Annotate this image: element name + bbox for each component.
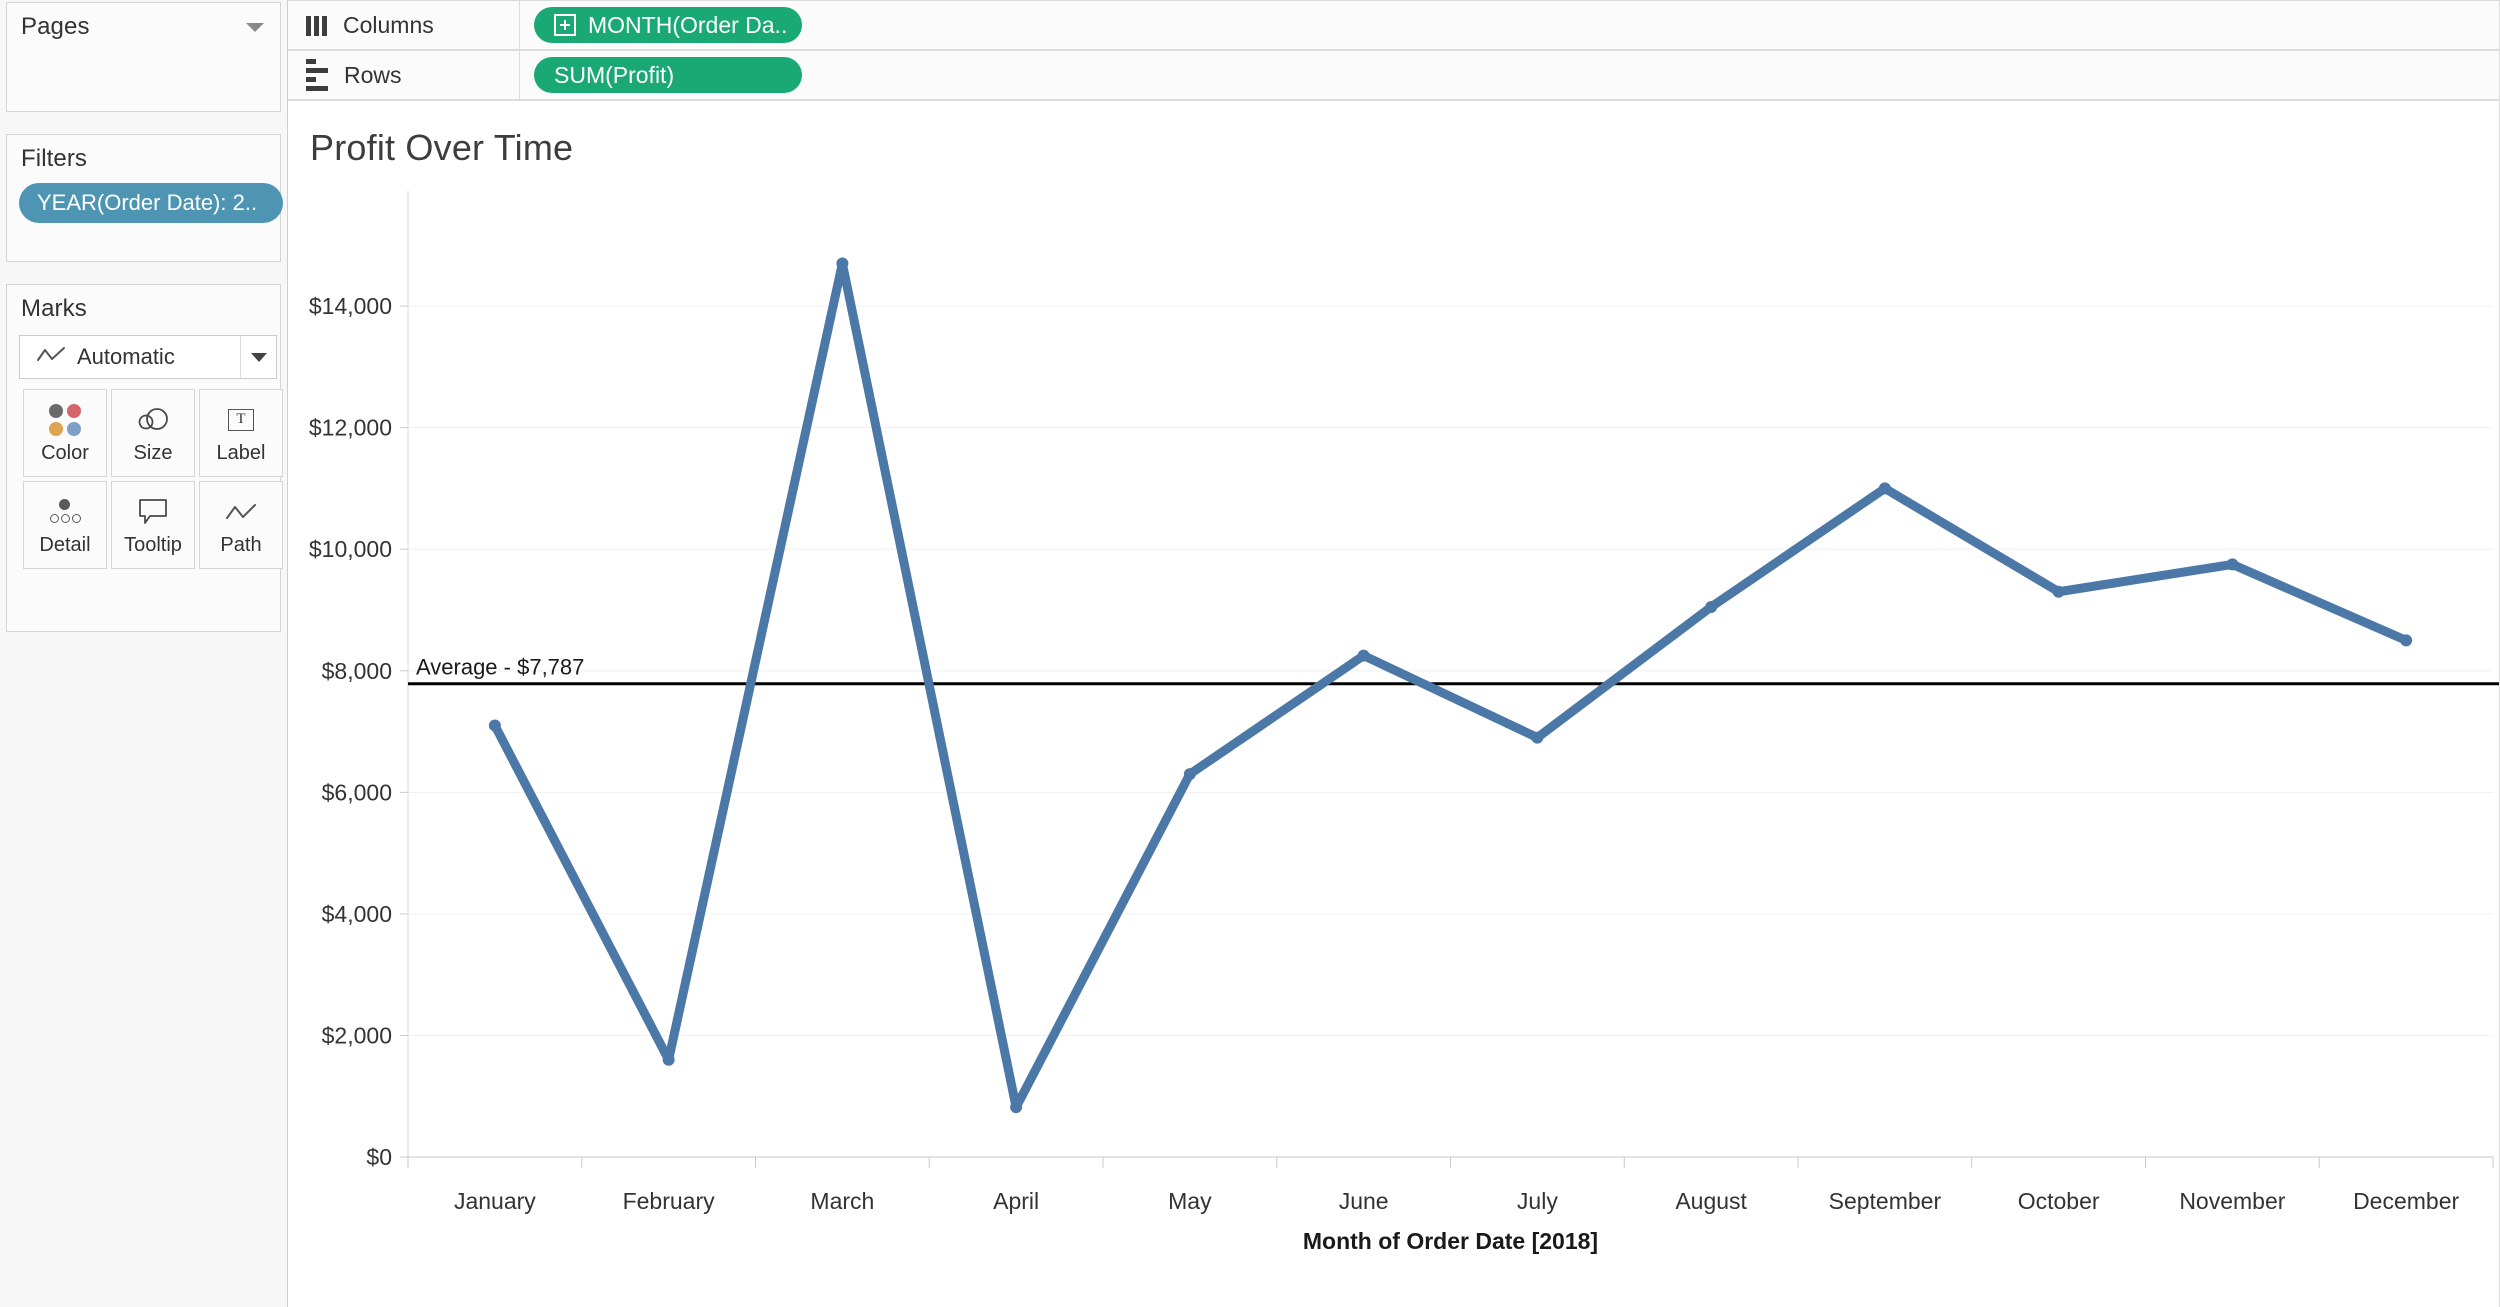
y-axis-tick-label: $6,000 [322,779,392,805]
data-point-marker[interactable] [662,1053,675,1066]
y-axis-tick-label: $2,000 [322,1022,392,1048]
pages-card-header: Pages [7,3,280,45]
tooltip-bubble-icon [136,495,170,529]
rows-icon [306,59,328,91]
marks-color-button[interactable]: Color [23,389,107,477]
filters-title: Filters [21,145,88,172]
data-point-marker[interactable] [1357,649,1370,662]
mark-type-dropdown[interactable]: Automatic [19,335,277,379]
y-axis-tick-label: $14,000 [309,293,392,319]
columns-pill-label: MONTH(Order Da.. [588,12,788,38]
mark-type-current: Automatic [20,344,240,370]
path-line-icon [224,495,258,529]
x-axis-tick-label: September [1829,1188,1942,1214]
y-axis-tick-label: $12,000 [309,415,392,441]
data-point-marker[interactable] [488,719,501,732]
rows-shelf-label: Rows [288,50,520,100]
columns-icon [306,14,327,36]
pages-title: Pages [21,13,90,40]
marks-tooltip-label: Tooltip [124,533,182,556]
data-point-marker[interactable] [1705,600,1718,613]
y-axis-tick-label: $8,000 [322,658,392,684]
marks-body: Automatic Color Size T Label Detail Tool… [7,327,283,581]
marks-card-header: Marks [7,285,280,327]
profit-line-series [490,259,2411,1112]
label-text-icon: T [228,403,254,437]
x-axis-tick-label: July [1517,1188,1558,1214]
left-sidebar: Pages Filters YEAR(Order Date): 2.. Mark… [0,0,288,1307]
marks-size-label: Size [133,441,173,464]
x-axis-title: Month of Order Date [2018] [1303,1228,1598,1254]
rows-shelf: Rows SUM(Profit) [288,50,2500,100]
filters-card: Filters YEAR(Order Date): 2.. [6,134,283,262]
marks-color-label: Color [41,441,89,464]
x-axis-tick-label: August [1675,1188,1747,1214]
main-area: Columns MONTH(Order Da.. Rows SUM(Profit… [288,0,2500,1307]
x-axis-tick-label: March [810,1188,874,1214]
rows-label-text: Rows [344,61,402,88]
x-axis-tick-label: November [2179,1188,2285,1214]
tableau-worksheet: Pages Filters YEAR(Order Date): 2.. Mark… [0,0,2500,1307]
x-axis-tick-label: May [1168,1188,1212,1214]
data-point-marker[interactable] [2400,634,2413,647]
pages-drop-area[interactable] [7,45,280,103]
mark-type-chevron-down-icon[interactable] [240,336,276,378]
data-point-marker[interactable] [836,257,849,270]
x-axis-tick-label: June [1339,1188,1389,1214]
data-point-marker[interactable] [1183,768,1196,781]
columns-pill-month-order-date[interactable]: MONTH(Order Da.. [534,7,802,43]
data-point-marker[interactable] [2052,585,2065,598]
filters-drop-area[interactable]: YEAR(Order Date): 2.. [7,177,283,223]
marks-label-label: Label [216,441,266,464]
x-axis-tick-label: December [2353,1188,2459,1214]
rows-pill-sum-profit[interactable]: SUM(Profit) [534,57,802,93]
viz-pane: Profit Over Time $0 $2,000 $4,000 $6,000 $8,… [288,100,2500,1307]
columns-label-text: Columns [343,11,434,38]
marks-buttons-grid: Color Size T Label Detail Tooltip Path [19,389,283,569]
filter-pill-year-order-date[interactable]: YEAR(Order Date): 2.. [19,183,283,223]
marks-detail-button[interactable]: Detail [23,481,107,569]
color-dots-icon [49,403,81,437]
data-point-marker[interactable] [1010,1101,1023,1114]
data-point-marker[interactable] [1531,731,1544,744]
columns-shelf-label: Columns [288,0,520,50]
filters-card-header: Filters [7,135,280,177]
plus-box-icon[interactable] [554,14,576,36]
average-reference-line-label: Average - $7,787 [416,655,584,680]
x-axis-tick-label: January [454,1188,536,1214]
marks-path-label: Path [220,533,262,556]
y-axis-tick-label: $4,000 [322,901,392,927]
y-axis-tick-label: $0 [366,1144,392,1170]
profit-over-time-line-chart: $0 $2,000 $4,000 $6,000 $8,000 $10,000 $12,000… [309,191,2499,1254]
columns-shelf-dropzone[interactable]: MONTH(Order Da.. [520,0,2500,50]
x-axis-tick-label: October [2018,1188,2100,1214]
marks-detail-label: Detail [39,533,91,556]
chevron-down-icon[interactable] [246,22,264,32]
data-point-marker[interactable] [2226,558,2239,571]
y-axis-tick-label: $10,000 [309,536,392,562]
chart-canvas[interactable]: $0 $2,000 $4,000 $6,000 $8,000 $10,000 $12,000… [288,101,2499,1307]
filter-pill-label: YEAR(Order Date): 2.. [37,190,258,215]
rows-shelf-dropzone[interactable]: SUM(Profit) [520,50,2500,100]
detail-dots-icon [48,495,82,529]
line-chart-icon [36,345,66,370]
pages-card: Pages [6,2,281,112]
marks-card: Marks Automatic Color Size T Label Detai… [6,284,283,632]
marks-size-button[interactable]: Size [111,389,195,477]
marks-label-button[interactable]: T Label [199,389,283,477]
columns-shelf: Columns MONTH(Order Da.. [288,0,2500,50]
rows-pill-label: SUM(Profit) [554,62,675,88]
marks-path-button[interactable]: Path [199,481,283,569]
size-circles-icon [135,403,171,437]
data-point-marker[interactable] [1878,482,1891,495]
marks-tooltip-button[interactable]: Tooltip [111,481,195,569]
x-axis-tick-label: February [623,1188,716,1214]
x-axis-tick-label: April [993,1188,1039,1214]
mark-type-label: Automatic [77,344,175,369]
marks-title: Marks [21,295,87,322]
